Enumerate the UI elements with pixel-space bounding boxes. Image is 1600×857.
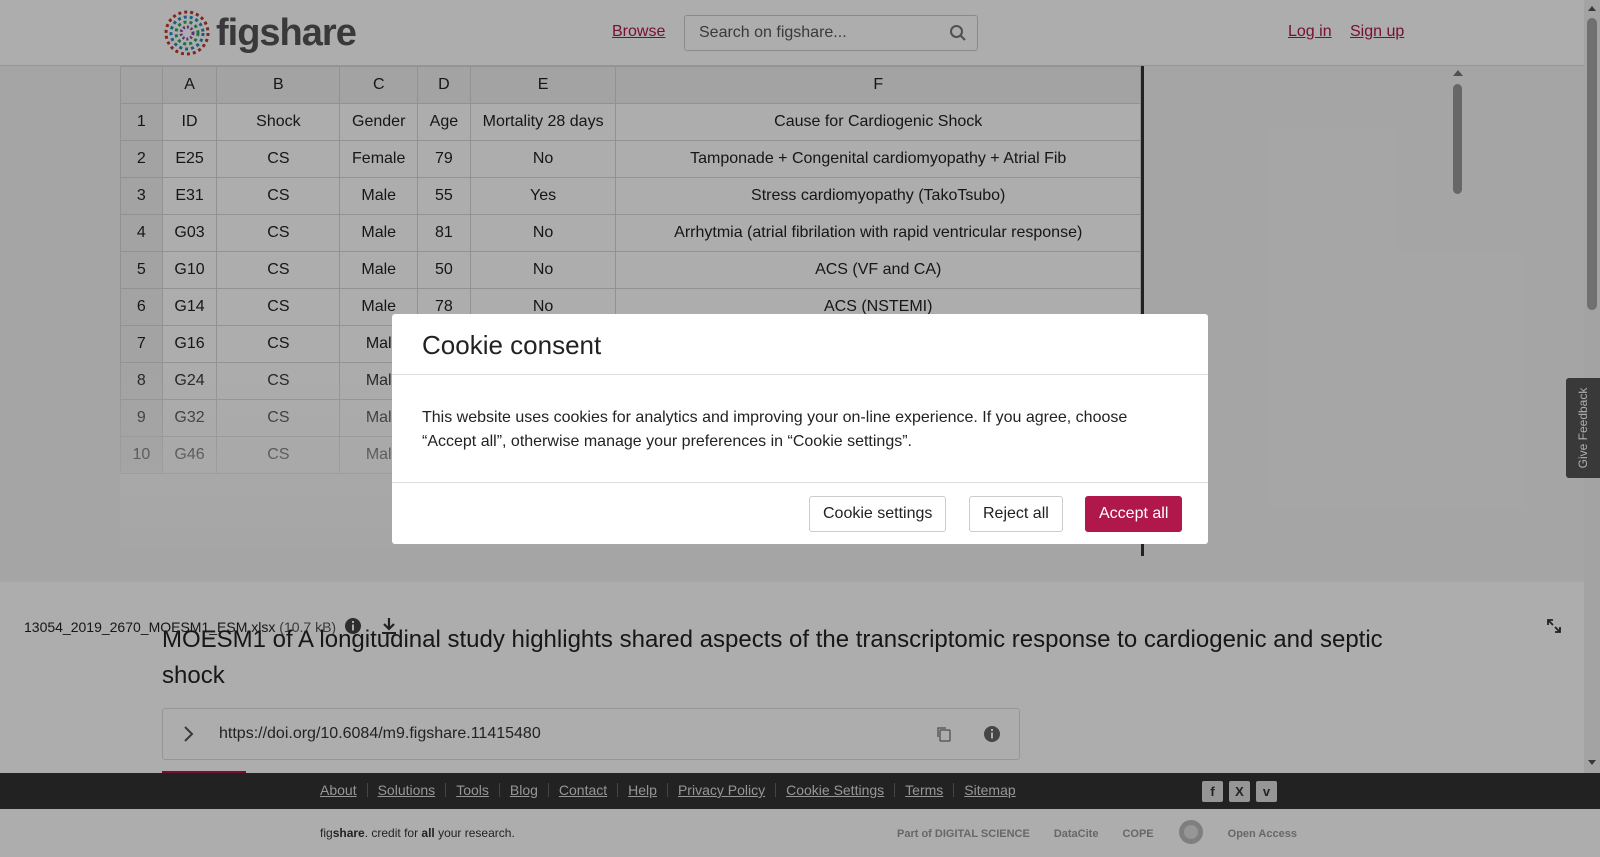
cookie-consent-dialog: Cookie consent This website uses cookies… <box>392 314 1208 544</box>
reject-all-button[interactable]: Reject all <box>969 496 1063 532</box>
cookie-settings-button[interactable]: Cookie settings <box>809 496 947 532</box>
divider <box>392 482 1208 483</box>
divider <box>392 374 1208 375</box>
cookie-dialog-title: Cookie consent <box>422 330 602 360</box>
accept-all-button[interactable]: Accept all <box>1085 496 1183 532</box>
cookie-dialog-body: This website uses cookies for analytics … <box>422 409 1128 450</box>
